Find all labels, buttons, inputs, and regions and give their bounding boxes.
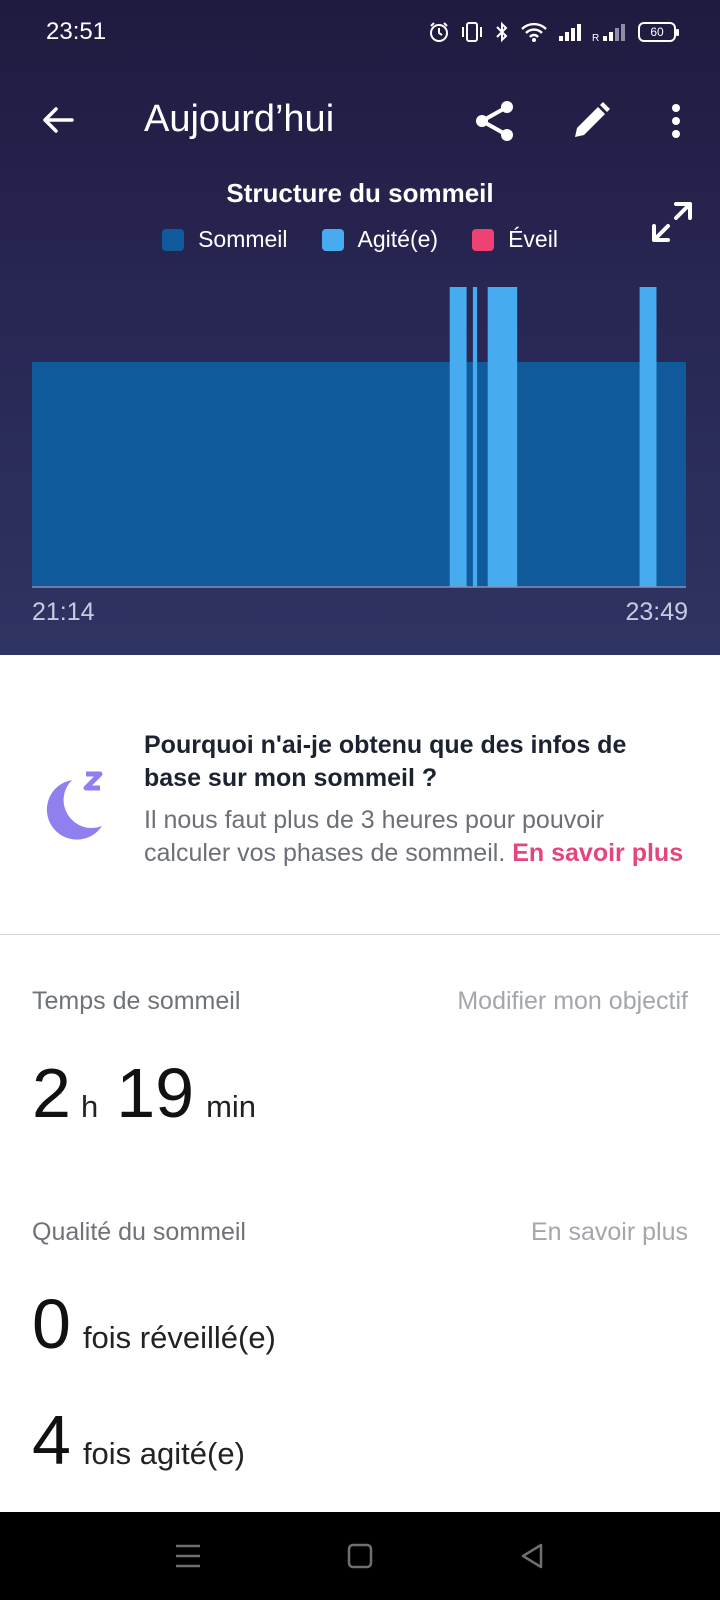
sleeping-moon-icon: [46, 771, 103, 840]
back-button[interactable]: [34, 96, 82, 144]
home-button[interactable]: [338, 1534, 382, 1578]
awake-count: 0: [32, 1285, 71, 1363]
sleep-duration: 2 h 19 min: [32, 1053, 256, 1133]
share-icon: [476, 101, 513, 141]
awake-count-label: fois réveillé(e): [82, 1320, 276, 1355]
legend-label: Agité(e): [357, 226, 439, 252]
x-axis-end-label: 23:49: [625, 598, 688, 626]
battery-icon: 60: [638, 18, 679, 46]
vibrate-icon: [460, 18, 484, 46]
app-bar: Aujourd’hui: [0, 80, 720, 160]
info-body: Il nous faut plus de 3 heures pour pouvo…: [144, 804, 684, 870]
expand-icon: [652, 202, 692, 242]
legend-swatch-sleep: [162, 228, 185, 251]
more-options-button[interactable]: [652, 96, 700, 146]
sleep-minutes-unit: min: [206, 1089, 257, 1124]
legend-item-sleep: Sommeil: [162, 226, 288, 253]
bluetooth-icon: [494, 18, 510, 46]
square-icon: [347, 1543, 373, 1569]
alarm-icon: [428, 18, 450, 46]
restless-count: 4: [32, 1401, 71, 1479]
x-axis-start-label: 21:14: [32, 598, 95, 626]
edit-goal-link[interactable]: Modifier mon objectif: [457, 987, 688, 1016]
chart-bar-agit-e--1: [472, 287, 478, 587]
sleep-time-label: Temps de sommeil: [32, 987, 241, 1015]
info-title: Pourquoi n'ai-je obtenu que des infos de…: [144, 731, 627, 792]
quality-learn-more-link[interactable]: En savoir plus: [531, 1218, 688, 1247]
chart-bar-agit-e--3: [639, 287, 657, 587]
chart-bar-sommeil-0: [32, 362, 686, 587]
recent-apps-button[interactable]: [166, 1534, 210, 1578]
signal-icon: [558, 18, 582, 46]
chart-legend: Sommeil Agité(e) Éveil: [0, 226, 720, 253]
svg-text:R: R: [592, 33, 599, 43]
sleep-structure-chart[interactable]: [0, 270, 720, 590]
restless-count-label: fois agité(e): [82, 1436, 245, 1471]
sleep-quality-label: Qualité du sommeil: [32, 1218, 246, 1246]
chart-bar-agit-e--2: [487, 287, 518, 587]
menu-icon: [176, 1544, 200, 1568]
back-nav-button[interactable]: [510, 1534, 554, 1578]
basic-info-card: Pourquoi n'ai-je obtenu que des infos de…: [0, 655, 720, 935]
sleep-hours-unit: h: [80, 1089, 99, 1124]
status-bar: 23:51 R 60: [0, 0, 720, 64]
legend-item-awake: Éveil: [472, 226, 558, 253]
sleep-minutes: 19: [116, 1054, 195, 1132]
sleep-header: 23:51 R 60 Aujourd’hui Structure du somm…: [0, 0, 720, 655]
status-time: 23:51: [46, 18, 107, 45]
restless-count-row: 4 fois agité(e): [32, 1400, 245, 1480]
chart-title: Structure du sommeil: [226, 178, 494, 208]
page-title: Aujourd’hui: [144, 98, 335, 140]
arrow-left-icon: [43, 107, 74, 133]
legend-label: Éveil: [508, 226, 558, 252]
legend-label: Sommeil: [198, 226, 288, 252]
divider: [0, 934, 720, 935]
more-vertical-icon: [672, 104, 680, 138]
legend-swatch-restless: [321, 228, 344, 251]
pencil-icon: [575, 102, 610, 137]
share-button[interactable]: [470, 96, 520, 146]
signal-roaming-icon: R: [592, 18, 628, 46]
awake-count-row: 0 fois réveillé(e): [32, 1284, 276, 1364]
expand-chart-button[interactable]: [648, 198, 696, 246]
status-icons: R 60: [428, 18, 679, 46]
battery-level: 60: [638, 22, 679, 42]
sleep-hours: 2: [32, 1054, 71, 1132]
legend-swatch-awake: [472, 228, 495, 251]
chart-bar-agit-e--0: [449, 287, 467, 587]
triangle-back-icon: [521, 1543, 543, 1569]
edit-button[interactable]: [566, 96, 616, 146]
learn-more-link[interactable]: En savoir plus: [512, 839, 683, 867]
wifi-icon: [520, 18, 548, 46]
legend-item-restless: Agité(e): [321, 226, 439, 253]
system-nav-bar: [0, 1512, 720, 1600]
